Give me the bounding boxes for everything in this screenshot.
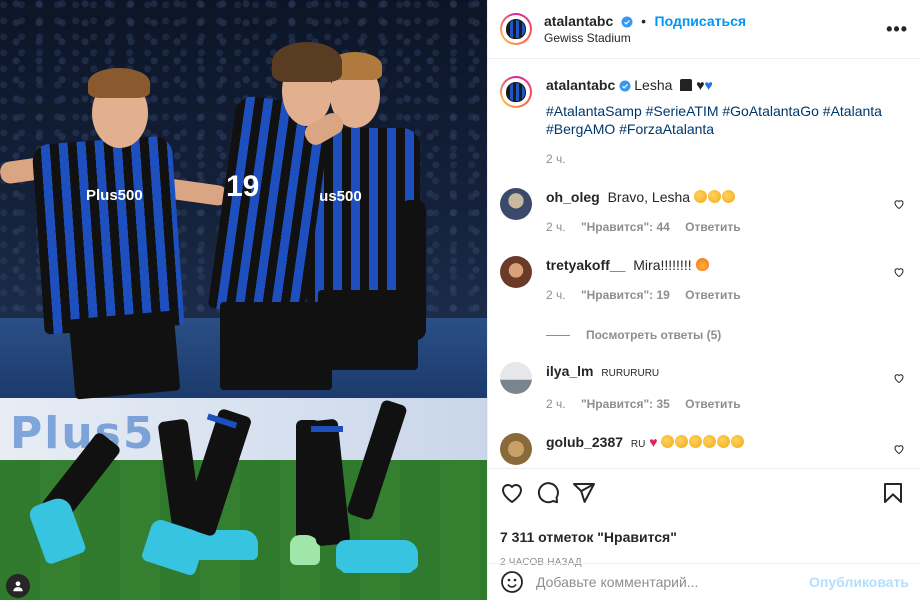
comment-item: ilya_lm RURURURU 2 ч. "Нравится": 35 Отв… xyxy=(500,362,905,411)
clap-emoji xyxy=(693,189,736,205)
reply-button[interactable]: Ответить xyxy=(685,220,740,234)
clap-emoji xyxy=(661,434,745,450)
replies-divider xyxy=(546,334,570,336)
comments-list[interactable]: atalantabc Lesha ♥♥ #AtalantaSamp #SerieA… xyxy=(488,60,920,468)
verified-icon xyxy=(621,16,633,27)
comment-icon[interactable] xyxy=(536,481,560,505)
reply-button[interactable]: Ответить xyxy=(685,397,740,411)
follow-button[interactable]: Подписаться xyxy=(655,13,747,29)
comment-input[interactable] xyxy=(536,574,810,590)
blue-heart-emoji: ♥ xyxy=(704,77,713,93)
comment-item: tretyakoff__ Mira!!!!!!!! 2 ч. "Нравится… xyxy=(500,256,905,302)
comment-text: Bravo, Lesha xyxy=(607,189,691,205)
comment-item: golub_2387 RU ♥ xyxy=(500,433,905,465)
header-separator: • xyxy=(641,12,647,29)
caption-text: Lesha xyxy=(634,77,673,93)
share-icon[interactable] xyxy=(572,481,596,505)
fire-emoji xyxy=(695,258,709,271)
comment-avatar[interactable] xyxy=(500,362,532,394)
post-actions: 7 311 отметок "Нравится" 2 ЧАСОВ НАЗАД xyxy=(488,468,920,568)
comment-avatar[interactable] xyxy=(500,256,532,288)
publish-button[interactable]: Опубликовать xyxy=(809,574,909,590)
comment-likes[interactable]: "Нравится": 44 xyxy=(581,220,670,234)
caption-time: 2 ч. xyxy=(546,152,566,166)
shirt-number: 19 xyxy=(226,170,260,203)
comment-time: 2 ч. xyxy=(546,288,566,302)
view-replies-button[interactable]: Посмотреть ответы (5) xyxy=(546,328,905,342)
instagram-post: Plus5 Plus500 Plus500 19 atalantabc • По… xyxy=(0,0,920,600)
view-replies-label: Посмотреть ответы (5) xyxy=(586,328,722,342)
top-hat-emoji xyxy=(680,79,693,91)
post-photo[interactable]: Plus5 Plus500 Plus500 19 xyxy=(0,0,487,600)
caption-avatar[interactable] xyxy=(500,76,532,108)
caption: atalantabc Lesha ♥♥ #AtalantaSamp #SerieA… xyxy=(500,76,905,166)
comment-username[interactable]: tretyakoff__ xyxy=(546,257,625,273)
more-icon[interactable]: ••• xyxy=(886,19,908,40)
comment-likes[interactable]: "Нравится": 19 xyxy=(581,288,670,302)
sponsor-label: Plus500 xyxy=(86,187,143,204)
bookmark-icon[interactable] xyxy=(881,481,905,505)
user-tag-icon[interactable] xyxy=(6,574,30,598)
comment-text: RURURURU xyxy=(601,368,660,379)
comment-avatar[interactable] xyxy=(500,188,532,220)
account-avatar[interactable] xyxy=(500,13,532,45)
comment-item: oh_oleg Bravo, Lesha 2 ч. "Нравится": 44… xyxy=(500,188,905,234)
club-crest-icon xyxy=(506,19,526,39)
like-comment-heart-icon[interactable] xyxy=(893,198,905,210)
comment-likes[interactable]: "Нравится": 35 xyxy=(581,397,670,411)
comment-username[interactable]: oh_oleg xyxy=(546,189,600,205)
like-comment-heart-icon[interactable] xyxy=(893,443,905,455)
comment-text: RU xyxy=(630,439,646,450)
caption-username[interactable]: atalantabc xyxy=(546,77,615,93)
comment-text: Mira!!!!!!!! xyxy=(633,257,692,273)
header-username[interactable]: atalantabc xyxy=(544,13,613,29)
emoji-icon[interactable] xyxy=(500,570,524,594)
comment-time: 2 ч. xyxy=(546,397,566,411)
location-link[interactable]: Gewiss Stadium xyxy=(544,30,746,46)
post-header: atalantabc • Подписаться Gewiss Stadium … xyxy=(488,0,920,59)
comment-username[interactable]: ilya_lm xyxy=(546,363,593,379)
like-comment-heart-icon[interactable] xyxy=(893,372,905,384)
reply-button[interactable]: Ответить xyxy=(685,288,740,302)
comment-time: 2 ч. xyxy=(546,220,566,234)
post-panel: atalantabc • Подписаться Gewiss Stadium … xyxy=(487,0,920,600)
likes-count[interactable]: 7 311 отметок "Нравится" xyxy=(500,529,909,545)
red-heart-emoji: ♥ xyxy=(649,434,658,450)
comment-avatar[interactable] xyxy=(500,433,532,465)
like-comment-heart-icon[interactable] xyxy=(893,266,905,278)
add-comment-bar: Опубликовать xyxy=(488,563,920,600)
verified-icon xyxy=(619,80,631,92)
heart-icon[interactable] xyxy=(500,481,524,505)
caption-hashtags[interactable]: #AtalantaSamp #SerieATIM #GoAtalantaGo #… xyxy=(546,102,905,138)
black-heart-emoji: ♥ xyxy=(696,77,705,93)
club-crest-icon xyxy=(506,82,526,102)
comment-username[interactable]: golub_2387 xyxy=(546,434,623,450)
